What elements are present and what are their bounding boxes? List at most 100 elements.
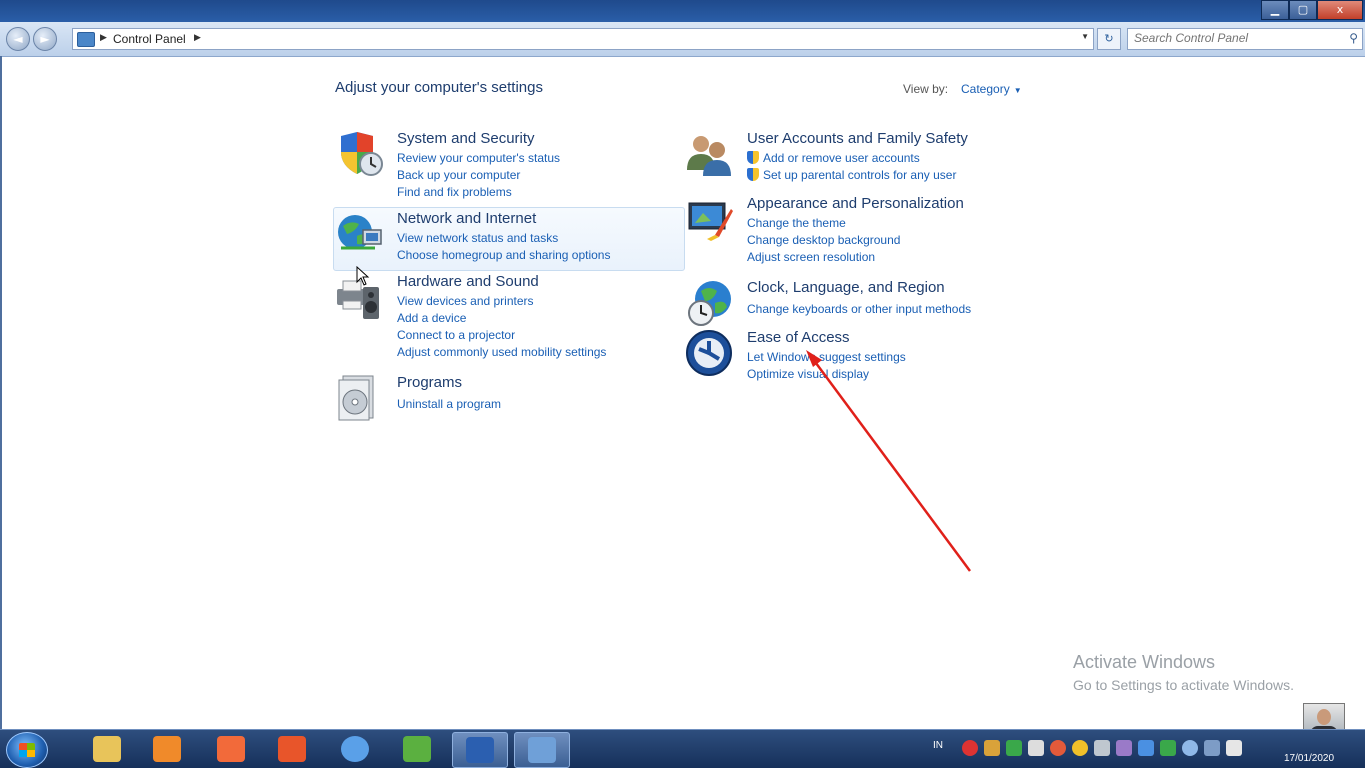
taskbar-date[interactable]: 17/01/2020 — [1284, 753, 1334, 764]
link-add-remove-accounts[interactable]: Add or remove user accounts — [747, 150, 956, 167]
link-network-status[interactable]: View network status and tasks — [397, 230, 610, 247]
category-title[interactable]: Network and Internet — [397, 210, 536, 227]
control-panel-icon — [528, 737, 556, 763]
breadcrumb-separator-icon[interactable]: ▶ — [100, 32, 107, 43]
users-icon — [687, 136, 731, 176]
camera-app-icon — [217, 736, 245, 762]
taskbar: IN 17/01/2020 — [0, 729, 1365, 768]
breadcrumb-separator-icon[interactable]: ▶ — [194, 32, 201, 43]
address-bar[interactable]: ▶ Control Panel ▶ ▼ — [72, 28, 1094, 50]
search-input[interactable] — [1128, 29, 1334, 47]
category-title[interactable]: User Accounts and Family Safety — [747, 130, 968, 147]
tray-app-icon[interactable] — [1072, 740, 1088, 756]
tray-app-icon[interactable] — [1160, 740, 1176, 756]
ease-of-access-icon — [686, 330, 732, 376]
link-back-up[interactable]: Back up your computer — [397, 167, 560, 184]
category-title[interactable]: Hardware and Sound — [397, 273, 539, 290]
tray-app-icon[interactable] — [1182, 740, 1198, 756]
activation-watermark-title: Activate Windows — [1073, 652, 1216, 672]
programs-disc-icon — [338, 375, 374, 421]
tray-app-icon[interactable] — [1028, 740, 1044, 756]
category-title[interactable]: Appearance and Personalization — [747, 195, 964, 212]
tray-app-icon[interactable] — [1006, 740, 1022, 756]
minimize-button[interactable]: ▁ — [1261, 0, 1289, 20]
action-center-flag-icon[interactable] — [1226, 740, 1242, 756]
activation-watermark-text: Go to Settings to activate Windows. — [1073, 677, 1294, 693]
link-uninstall-program[interactable]: Uninstall a program — [397, 396, 501, 413]
link-screen-resolution[interactable]: Adjust screen resolution — [747, 249, 900, 266]
taskbar-control-panel[interactable] — [514, 732, 570, 768]
category-title[interactable]: System and Security — [397, 130, 535, 147]
link-suggest-settings[interactable]: Let Windows suggest settings — [747, 349, 906, 366]
back-button[interactable]: ◄ — [6, 27, 30, 51]
navigation-bar: ◄ ► ▶ Control Panel ▶ ▼ ↻ ⚲ — [0, 22, 1365, 57]
uac-shield-icon — [747, 168, 759, 181]
refresh-button[interactable]: ↻ — [1097, 28, 1121, 50]
window-left-border — [0, 56, 2, 729]
view-by-label: View by: — [903, 82, 949, 96]
link-devices-printers[interactable]: View devices and printers — [397, 293, 606, 310]
network-icon[interactable] — [1204, 740, 1220, 756]
start-button[interactable] — [6, 732, 48, 768]
record-icon[interactable] — [962, 740, 978, 756]
close-button[interactable]: x — [1317, 0, 1363, 20]
mouse-pointer-icon — [356, 266, 370, 286]
link-mobility-settings[interactable]: Adjust commonly used mobility settings — [397, 344, 606, 361]
taskbar-camera-app[interactable] — [204, 732, 258, 766]
link-parental-controls[interactable]: Set up parental controls for any user — [747, 167, 956, 184]
uac-shield-icon — [747, 151, 759, 164]
chevron-down-icon: ▼ — [1013, 86, 1022, 95]
shield-clock-icon — [341, 132, 383, 176]
taskbar-sheets-app[interactable] — [390, 732, 444, 766]
signal-icon[interactable] — [1094, 740, 1110, 756]
avatar-head — [1317, 709, 1331, 725]
forward-button[interactable]: ► — [33, 27, 57, 51]
search-box[interactable]: ⚲ — [1127, 28, 1363, 50]
slides-app-icon — [278, 736, 306, 762]
file-explorer-icon — [93, 736, 121, 762]
window-controls: ▁ ▢ x — [1261, 0, 1363, 20]
link-connect-projector[interactable]: Connect to a projector — [397, 327, 606, 344]
link-homegroup-sharing[interactable]: Choose homegroup and sharing options — [397, 247, 610, 264]
link-optimize-visual[interactable]: Optimize visual display — [747, 366, 906, 383]
tray-app-icon[interactable] — [1138, 740, 1154, 756]
chevron-down-icon[interactable]: ▼ — [1081, 32, 1089, 41]
control-panel-icon — [77, 32, 95, 47]
tray-app-icon[interactable] — [1116, 740, 1132, 756]
taskbar-browser[interactable] — [328, 732, 382, 766]
view-by-dropdown[interactable]: Category ▼ — [961, 82, 1022, 96]
link-change-keyboards[interactable]: Change keyboards or other input methods — [747, 301, 971, 318]
media-player-icon — [153, 736, 181, 762]
title-bar: ▁ ▢ x — [0, 0, 1365, 22]
taskbar-slides-app[interactable] — [265, 732, 319, 766]
category-title[interactable]: Ease of Access — [747, 329, 850, 346]
link-add-device[interactable]: Add a device — [397, 310, 606, 327]
category-title[interactable]: Programs — [397, 374, 462, 391]
windows-logo-icon-lower — [19, 750, 35, 757]
taskbar-file-explorer[interactable] — [80, 732, 134, 766]
category-title[interactable]: Clock, Language, and Region — [747, 279, 945, 296]
breadcrumb-control-panel[interactable]: Control Panel — [113, 32, 186, 46]
system-tray — [962, 740, 1242, 756]
link-label: Set up parental controls for any user — [763, 168, 957, 182]
link-review-status[interactable]: Review your computer's status — [397, 150, 560, 167]
maximize-button[interactable]: ▢ — [1289, 0, 1317, 20]
view-by-value: Category — [961, 82, 1010, 96]
page-title: Adjust your computer's settings — [335, 79, 543, 96]
sheets-app-icon — [403, 736, 431, 762]
link-change-theme[interactable]: Change the theme — [747, 215, 900, 232]
tray-app-icon[interactable] — [1050, 740, 1066, 756]
tray-app-icon[interactable] — [984, 740, 1000, 756]
taskbar-word[interactable] — [452, 732, 508, 768]
word-icon — [466, 737, 494, 763]
link-find-fix[interactable]: Find and fix problems — [397, 184, 560, 201]
link-label: Add or remove user accounts — [763, 151, 920, 165]
language-indicator[interactable]: IN — [933, 740, 943, 751]
link-desktop-background[interactable]: Change desktop background — [747, 232, 900, 249]
browser-icon — [341, 736, 369, 762]
search-icon[interactable]: ⚲ — [1349, 31, 1358, 45]
globe-network-icon — [338, 215, 382, 250]
globe-clock-icon — [688, 281, 731, 326]
monitor-paint-icon — [688, 202, 733, 241]
taskbar-media-player[interactable] — [140, 732, 194, 766]
